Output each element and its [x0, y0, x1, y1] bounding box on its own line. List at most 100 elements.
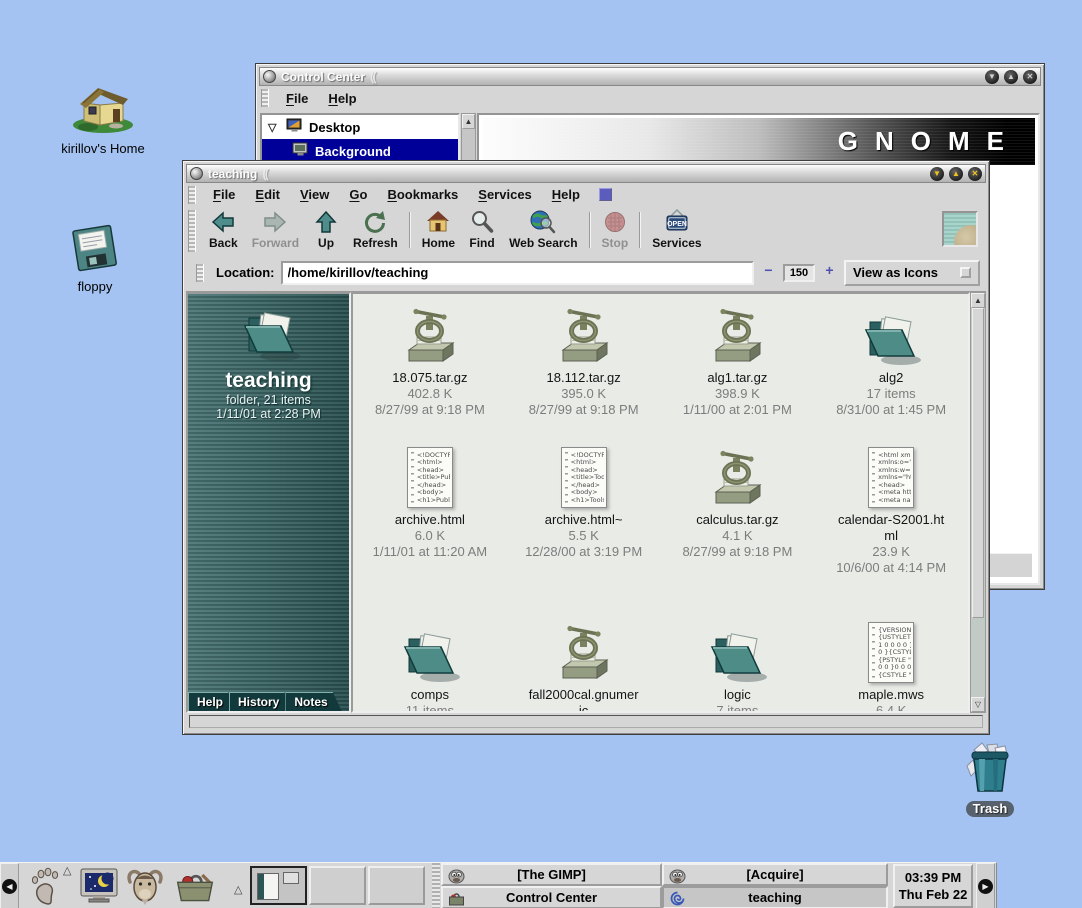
file-item-logic[interactable]: logic7 itemstoday at 2:50 PM	[661, 609, 815, 713]
file-item-maple-mws[interactable]: {VERSION{USTYLET1 0 0 0 0 }{0 }{CSTYL{PS…	[814, 609, 968, 713]
status-bar	[186, 713, 986, 731]
fm-menu-help[interactable]: Help	[543, 185, 589, 204]
file-item-18-112-tar-gz[interactable]: 18.112.tar.gz395.0 K8/27/99 at 9:18 PM	[507, 294, 661, 427]
gnome-menu-button[interactable]	[24, 866, 66, 906]
screensaver-launcher[interactable]	[78, 866, 120, 906]
zoom-level-indicator[interactable]: 150	[783, 264, 815, 282]
desktop-icon-home[interactable]: kirillov's Home	[48, 76, 158, 156]
file-item-comps[interactable]: comps11 items1/10/01 at 11:05	[353, 609, 507, 713]
file-item-calculus-tar-gz[interactable]: calculus.tar.gz4.1 K8/27/99 at 9:18 PM	[661, 427, 815, 609]
task-button-teaching[interactable]: teaching	[662, 886, 888, 908]
clock-applet[interactable]: 03:39 PM Thu Feb 22	[893, 864, 973, 908]
sidebar-tab-history[interactable]: History	[229, 692, 293, 711]
fm-menu-edit[interactable]: Edit	[246, 185, 289, 204]
cc-menu-file[interactable]: File	[277, 89, 317, 108]
menubar-drag-handle[interactable]	[261, 89, 269, 107]
panel-separator	[432, 863, 440, 908]
file-name: alg1.tar.gz	[707, 370, 767, 386]
tree-expander-icon[interactable]: ▽	[268, 121, 280, 134]
file-item-archive-html-[interactable]: <!DOCTYF<html><head><title>Tool</head><b…	[507, 427, 661, 609]
window-title: Control Center	[281, 70, 365, 84]
fm-menu-bookmarks[interactable]: Bookmarks	[378, 185, 467, 204]
files-scrollbar[interactable]: ▲ ▽	[970, 292, 986, 713]
window-menu-icon[interactable]	[190, 167, 203, 180]
file-item-18-075-tar-gz[interactable]: 18.075.tar.gz402.8 K8/27/99 at 9:18 PM	[353, 294, 507, 427]
file-item-calendar-s2001-html[interactable]: <html xmlnxmlns:o="uxmlns:w="uxmlns="htt…	[814, 427, 968, 609]
close-button[interactable]: ✕	[968, 167, 982, 181]
file-icon-view: 18.075.tar.gz402.8 K8/27/99 at 9:18 PM18…	[351, 292, 970, 713]
scrollbar-thumb[interactable]	[972, 308, 984, 618]
desktop-icon-floppy[interactable]: floppy	[60, 224, 130, 294]
minimize-button[interactable]: ▼	[930, 167, 944, 181]
cc-menu-help[interactable]: Help	[319, 89, 365, 108]
workspace-1[interactable]	[250, 866, 307, 905]
gnu-launcher[interactable]	[124, 866, 166, 906]
panel-hide-right-button[interactable]: ▶	[976, 863, 995, 908]
refresh-icon	[362, 209, 388, 235]
file-item-archive-html[interactable]: <!DOCTYF<html><head><title>Publ</head><b…	[353, 427, 507, 609]
toolbar-button-up[interactable]: Up	[306, 208, 346, 250]
file-item-alg2[interactable]: alg217 items8/31/00 at 1:45 PM	[814, 294, 968, 427]
minimize-button[interactable]: ▼	[985, 70, 999, 84]
desktop-icon-trash[interactable]: Trash	[958, 740, 1022, 818]
workspace-3[interactable]	[368, 866, 425, 905]
tarball-icon	[708, 436, 766, 508]
zoom-out-button[interactable]: −	[760, 264, 777, 281]
file-name: archive.html	[395, 512, 465, 528]
toolbox-launcher[interactable]	[174, 866, 216, 906]
scroll-up-arrow[interactable]: ▲	[462, 114, 475, 129]
file-name: calendar-S2001.html	[835, 512, 947, 544]
task-button-control-center[interactable]: Control Center	[441, 886, 662, 908]
toolbar-button-services[interactable]: OPENServices	[645, 208, 708, 250]
file-item-fall2000cal-gnumeric[interactable]: fall2000cal.gnumeric1.9 K	[507, 609, 661, 713]
window-title: teaching	[208, 167, 257, 181]
teaching-titlebar[interactable]: teaching (( ▼ ▲ ✕	[186, 164, 986, 183]
control-center-titlebar[interactable]: Control Center (( ▼ ▲ ✕	[259, 67, 1041, 86]
file-name: comps	[411, 687, 449, 703]
window-menu-icon[interactable]	[263, 70, 276, 83]
toolbar-button-find[interactable]: Find	[462, 208, 502, 250]
toolbar-button-web-search[interactable]: Web Search	[502, 208, 584, 250]
toolbar-separator	[639, 212, 641, 248]
maximize-button[interactable]: ▲	[949, 167, 963, 181]
services-icon: OPEN	[664, 209, 690, 235]
task-button--the-gimp-[interactable]: [The GIMP]	[441, 863, 662, 886]
sidebar-tab-notes[interactable]: Notes	[285, 692, 341, 711]
sidebar: teaching folder, 21 items 1/11/01 at 2:2…	[186, 292, 351, 713]
trash-icon	[962, 781, 1018, 798]
toolbar-button-refresh[interactable]: Refresh	[346, 208, 405, 250]
zoom-in-button[interactable]: +	[821, 264, 838, 281]
menubar-drag-handle[interactable]	[188, 186, 196, 204]
scroll-down-arrow[interactable]: ▽	[971, 697, 985, 712]
up-icon	[313, 209, 339, 235]
maximize-button[interactable]: ▲	[1004, 70, 1018, 84]
document-icon: <html xmlnxmlns:o="uxmlns:w="uxmlns="htt…	[868, 436, 914, 508]
toolbar-button-back[interactable]: Back	[202, 208, 245, 250]
fm-menu-services[interactable]: Services	[469, 185, 541, 204]
task-list: [The GIMP][Acquire]Control Centerteachin…	[441, 863, 888, 908]
file-item-alg1-tar-gz[interactable]: alg1.tar.gz398.9 K1/11/00 at 2:01 PM	[661, 294, 815, 427]
close-button[interactable]: ✕	[1023, 70, 1037, 84]
file-size: 6.0 K	[415, 528, 445, 544]
nautilus-throbber[interactable]	[942, 211, 978, 247]
fm-menu-go[interactable]: Go	[340, 185, 376, 204]
toolbar-button-home[interactable]: Home	[415, 208, 462, 250]
file-date: 8/27/99 at 9:18 PM	[529, 402, 639, 418]
tarball-icon	[555, 617, 613, 683]
view-as-dropdown[interactable]: View as Icons	[844, 260, 980, 286]
toolbar-button-label: Find	[469, 236, 494, 250]
workspace-2[interactable]	[309, 866, 366, 905]
location-input[interactable]	[281, 261, 755, 285]
fm-menu-file[interactable]: File	[204, 185, 244, 204]
panel-arrow-icon: △	[63, 864, 71, 877]
fm-menu-view[interactable]: View	[291, 185, 338, 204]
locationbar-drag-handle[interactable]	[196, 264, 204, 282]
forward-icon	[262, 209, 288, 235]
toolbar-drag-handle[interactable]	[188, 210, 196, 252]
file-row: <!DOCTYF<html><head><title>Publ</head><b…	[353, 427, 968, 609]
tree-item-desktop[interactable]: ▽Desktop	[262, 115, 458, 139]
scroll-up-arrow[interactable]: ▲	[971, 293, 985, 308]
task-button--acquire-[interactable]: [Acquire]	[662, 863, 888, 886]
panel-hide-left-button[interactable]: ◀	[0, 863, 19, 908]
stop-icon	[602, 209, 628, 235]
